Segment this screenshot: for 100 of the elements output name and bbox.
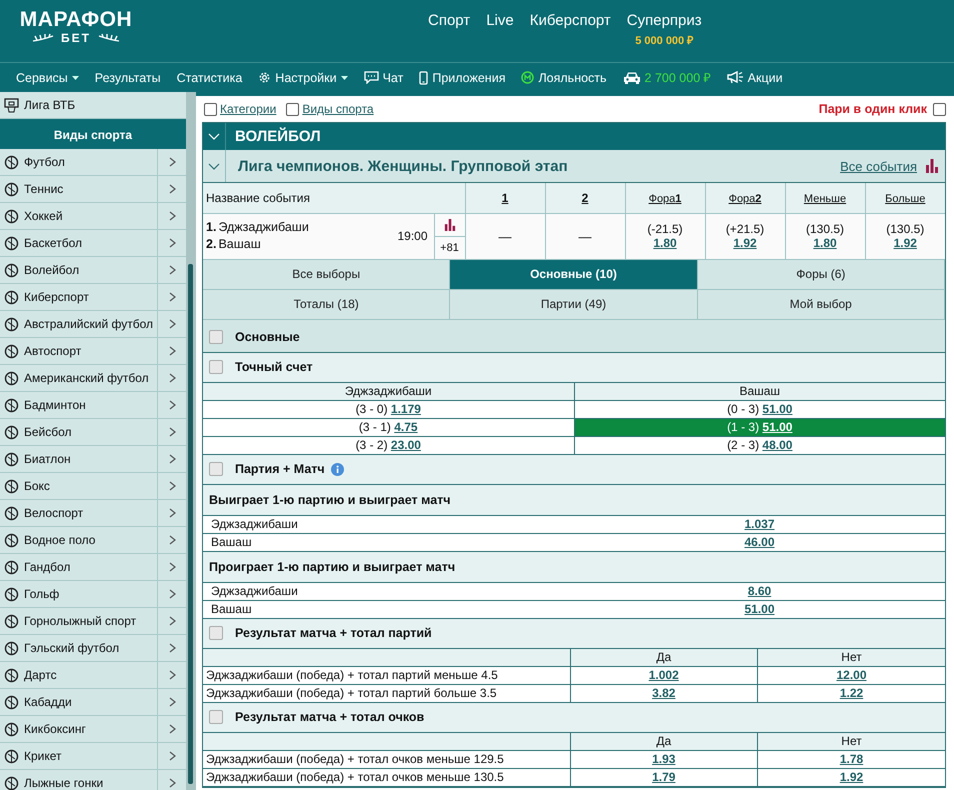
sidebar-item[interactable]: Крикет [0, 743, 186, 770]
odds-value[interactable]: 1.80 [653, 236, 677, 250]
menu-item[interactable]: Настройки [258, 70, 348, 84]
column-header[interactable]: Фора1 [648, 192, 682, 205]
outcome-label: Эджзаджибаши (победа) + тотал очков меньше 129.5 [203, 750, 570, 768]
sidebar-item[interactable]: Дартс [0, 662, 186, 689]
handicap-line: (130.5) [804, 222, 846, 236]
sidebar-label: Баскетбол [24, 236, 83, 250]
checkbox[interactable] [209, 710, 223, 724]
checkbox[interactable] [933, 102, 946, 116]
scrollbar[interactable] [188, 264, 193, 784]
menu-item[interactable]: Чат [364, 70, 404, 84]
menu-item[interactable]: 2 700 000 ₽ [622, 69, 711, 86]
score-odds-cell[interactable]: (1 - 3) 51.00 [574, 418, 945, 436]
sidebar-label: Биатлон [24, 452, 72, 466]
checkbox[interactable] [286, 102, 300, 116]
market-tab[interactable]: Основные (10) [450, 260, 698, 290]
market-title: Результат матча + тотал партий [235, 626, 432, 640]
sidebar-item[interactable]: Автоспорт [0, 338, 186, 365]
odds-value[interactable]: 8.60 [748, 584, 772, 598]
bar-chart-icon[interactable] [444, 218, 456, 230]
sidebar-item[interactable]: Хоккей [0, 203, 186, 230]
market-tab[interactable]: Тоталы (18) [203, 290, 450, 320]
menu-item[interactable]: Акции [726, 70, 783, 84]
market-title: Точный счет [235, 360, 313, 374]
sidebar-item[interactable]: Бадминтон [0, 392, 186, 419]
checkbox[interactable] [204, 102, 217, 116]
sidebar-item[interactable]: Теннис [0, 176, 186, 203]
sidebar-item[interactable]: Водное поло [0, 527, 186, 554]
gear-icon [258, 71, 272, 84]
checkbox[interactable] [209, 626, 223, 640]
sidebar-item[interactable]: Гандбол [0, 554, 186, 581]
team-name[interactable]: 2. Вашаш [206, 236, 398, 253]
sidebar-item[interactable]: Горнолыжный спорт [0, 608, 186, 635]
logo-subtitle: БЕТ [61, 31, 91, 45]
odds-value[interactable]: 1.002 [648, 668, 679, 682]
team-name[interactable]: 1. Эджзаджибаши [206, 219, 398, 236]
sidebar-item[interactable]: Американский футбол [0, 365, 186, 392]
odds-value[interactable]: 1.22 [840, 686, 864, 700]
column-header[interactable]: Фора2 [728, 192, 762, 205]
odds-value[interactable]: 1.93 [652, 752, 676, 766]
column-header[interactable]: 2 [582, 190, 588, 205]
odds-value[interactable]: 51.00 [744, 602, 775, 616]
market-tab[interactable]: Мой выбор [698, 290, 945, 320]
sidebar-label: Гандбол [24, 560, 72, 574]
checkbox[interactable] [209, 462, 223, 476]
checkbox[interactable] [209, 330, 223, 344]
league-title: Лига чемпионов. Женщины. Групповой этап [238, 158, 568, 174]
menu-item[interactable]: Статистика [176, 70, 242, 84]
score-odds-cell[interactable]: (3 - 1) 4.75 [203, 418, 574, 436]
sidebar-item[interactable]: Гольф [0, 581, 186, 608]
sidebar-item[interactable]: Бокс [0, 473, 186, 500]
sidebar-item[interactable]: Гэльский футбол [0, 635, 186, 662]
outcome-label: Эджзаджибаши [203, 516, 574, 533]
score-odds-cell[interactable]: (3 - 0) 1.179 [203, 400, 574, 418]
nav-link[interactable]: Суперприз [626, 12, 702, 29]
market-tab[interactable]: Партии (49) [450, 290, 698, 320]
score-odds-cell[interactable]: (3 - 2) 23.00 [203, 436, 574, 454]
menu-item[interactable]: Результаты [94, 70, 161, 84]
odds-value[interactable]: 1.92 [840, 770, 864, 784]
odds-value[interactable]: 12.00 [836, 668, 867, 682]
sidebar-item[interactable]: Волейбол [0, 257, 186, 284]
caret-icon [72, 76, 79, 80]
sidebar-item[interactable]: Бейсбол [0, 419, 186, 446]
sidebar-label: Австралийский футбол [24, 317, 154, 331]
odds-value[interactable]: 3.82 [652, 686, 676, 700]
nav-link[interactable]: Live [486, 12, 514, 29]
odds-value[interactable]: 1.92 [733, 236, 757, 250]
menu-item[interactable]: Приложения [419, 70, 506, 84]
info-icon[interactable] [330, 462, 344, 476]
odds-value[interactable]: 1.92 [894, 236, 917, 250]
column-header[interactable]: Больше [885, 192, 926, 205]
sidebar-item[interactable]: Кабадди [0, 689, 186, 716]
sidebar-item[interactable]: Кикбоксинг [0, 716, 186, 743]
checkbox[interactable] [209, 360, 223, 374]
sidebar-item[interactable]: Велоспорт [0, 500, 186, 527]
sidebar-item[interactable]: Биатлон [0, 446, 186, 473]
odds-value[interactable]: 1.037 [744, 517, 775, 531]
market-tab[interactable]: Все выборы [203, 260, 450, 290]
sidebar-item[interactable]: Баскетбол [0, 230, 186, 257]
nav-link[interactable]: Киберспорт [530, 12, 611, 29]
market-tab[interactable]: Форы (6) [698, 260, 945, 290]
odds-value[interactable]: 1.78 [840, 752, 864, 766]
column-header: Нет [758, 732, 945, 750]
sidebar-item[interactable]: Футбол [0, 149, 186, 176]
filter-link[interactable]: Виды спорта [302, 102, 374, 116]
sidebar-item[interactable]: Киберспорт [0, 284, 186, 311]
more-markets-count[interactable]: +81 [440, 242, 459, 254]
bar-chart-icon[interactable] [925, 159, 939, 173]
odds-value[interactable]: 46.00 [744, 535, 775, 549]
column-header[interactable]: 1 [502, 190, 508, 205]
all-events-link[interactable]: Все события [840, 158, 917, 174]
menu-item[interactable]: Лояльность [521, 70, 607, 84]
odds-value[interactable]: 1.79 [652, 770, 676, 784]
odds-value[interactable]: 1.80 [813, 236, 837, 250]
menu-item[interactable]: Сервисы [16, 70, 79, 84]
logo-title[interactable]: МАРАФОН [20, 9, 132, 31]
sidebar-item[interactable]: Австралийский футбол [0, 311, 186, 338]
filter-link[interactable]: Категории [220, 102, 276, 116]
nav-link[interactable]: Спорт [428, 12, 470, 29]
